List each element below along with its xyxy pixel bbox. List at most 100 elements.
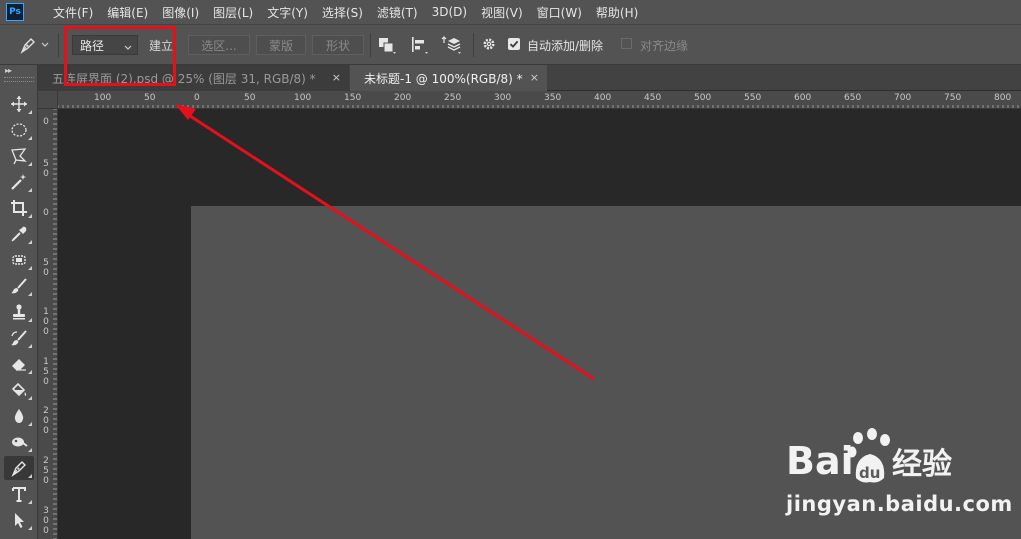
ruler-label: 50	[43, 159, 49, 179]
eraser-tool[interactable]	[4, 352, 34, 376]
ruler-label: 0	[43, 208, 49, 218]
eyedropper-tool[interactable]	[4, 222, 34, 246]
menu-layer[interactable]: 图层(L)	[206, 4, 260, 21]
elliptical-marquee-tool[interactable]	[4, 118, 34, 142]
document-tab[interactable]: 五连屏界面 (2).psd @ 25% (图层 31, RGB/8) * ×	[38, 65, 349, 91]
align-edges-label[interactable]: 对齐边缘	[640, 37, 688, 54]
align-edges-checkbox[interactable]	[621, 38, 632, 49]
divider	[370, 33, 371, 57]
ruler-label: 0	[43, 117, 49, 127]
menu-bar: Ps 文件(F) 编辑(E) 图像(I) 图层(L) 文字(Y) 选择(S) 滤…	[0, 0, 1021, 24]
document-tab-label: 未标题-1 @ 100%(RGB/8) *	[364, 71, 523, 86]
ruler-ticks	[58, 105, 1019, 108]
ruler-label: 250	[43, 456, 49, 486]
move-tool[interactable]	[4, 92, 34, 116]
make-label: 建立:	[149, 39, 178, 53]
photoshop-logo[interactable]: Ps	[6, 3, 24, 21]
dodge-icon	[12, 437, 28, 447]
mode-select-value: 路径	[80, 38, 105, 53]
polygonal-lasso-tool[interactable]	[4, 144, 34, 168]
ruler-label: 350	[544, 93, 562, 103]
blur-tool[interactable]	[4, 404, 34, 428]
path-arrangement-icon[interactable]	[441, 35, 463, 58]
magic-wand-tool[interactable]	[4, 170, 34, 194]
panel-grip[interactable]	[4, 77, 34, 82]
auto-add-delete-checkbox[interactable]	[508, 38, 520, 50]
gear-icon[interactable]	[481, 35, 499, 58]
horizontal-ruler[interactable]: 100 50 0 50 100 150 200 250 300 350 400 …	[58, 91, 1021, 109]
menu-filter[interactable]: 滤镜(T)	[370, 4, 425, 21]
pen-icon	[18, 35, 38, 55]
spot-healing-icon	[12, 255, 26, 265]
ruler-label: 300	[43, 506, 49, 536]
pick-tool-mode-select[interactable]: 路径	[72, 35, 138, 55]
document-tab-active[interactable]: 未标题-1 @ 100%(RGB/8) * ×	[350, 65, 547, 91]
ruler-origin[interactable]	[38, 91, 58, 109]
polygon-lasso-icon	[11, 148, 27, 165]
auto-add-delete-label[interactable]: 自动添加/删除	[527, 37, 603, 54]
tool-preset-picker[interactable]	[18, 25, 49, 65]
eraser-icon	[12, 359, 26, 371]
ruler-label: 750	[944, 93, 962, 103]
dodge-tool[interactable]	[4, 430, 34, 454]
menu-image[interactable]: 图像(I)	[155, 4, 206, 21]
ruler-label: 50	[43, 258, 49, 278]
make-shape-button[interactable]: 形状	[312, 35, 364, 55]
path-selection-tool[interactable]	[4, 508, 34, 532]
ruler-label: 250	[444, 93, 462, 103]
menu-3d[interactable]: 3D(D)	[425, 5, 474, 19]
menu-window[interactable]: 窗口(W)	[530, 4, 589, 21]
ruler-label: 100	[294, 93, 312, 103]
blur-drop-icon	[14, 409, 24, 423]
pen-icon	[11, 461, 26, 477]
document-canvas[interactable]	[191, 206, 1021, 539]
chevron-down-icon	[124, 40, 132, 54]
ruler-label: 0	[194, 93, 200, 103]
ruler-label: 150	[344, 93, 362, 103]
divider	[58, 33, 59, 57]
close-icon[interactable]: ×	[530, 71, 539, 84]
document-tab-label: 五连屏界面 (2).psd @ 25% (图层 31, RGB/8) *	[52, 71, 316, 86]
chevron-down-icon	[41, 42, 49, 48]
history-brush-icon	[11, 330, 27, 346]
options-bar: 路径 建立: 选区... 蒙版 形状 自动添加/删除 对齐边缘	[0, 24, 1021, 65]
menu-select[interactable]: 选择(S)	[315, 4, 370, 21]
collapse-panel-icon[interactable]: ▸▸	[5, 66, 12, 75]
brush-tool[interactable]	[4, 274, 34, 298]
ruler-label: 50	[244, 93, 256, 103]
path-operations-icon[interactable]	[377, 35, 397, 58]
ruler-label: 550	[744, 93, 762, 103]
paint-bucket-icon	[11, 382, 27, 397]
crop-tool[interactable]	[4, 196, 34, 220]
close-icon[interactable]: ×	[332, 71, 341, 84]
pen-tool[interactable]	[4, 456, 34, 480]
ellipse-marquee-icon	[11, 123, 27, 137]
menu-view[interactable]: 视图(V)	[474, 4, 530, 21]
history-brush-tool[interactable]	[4, 326, 34, 350]
path-alignment-icon[interactable]	[410, 35, 430, 58]
divider	[473, 33, 474, 57]
ruler-label: 100	[94, 93, 112, 103]
ruler-label: 500	[694, 93, 712, 103]
ruler-label: 400	[594, 93, 612, 103]
clone-stamp-tool[interactable]	[4, 300, 34, 324]
menu-help[interactable]: 帮助(H)	[589, 4, 645, 21]
checkmark-icon	[509, 40, 519, 48]
ruler-label: 50	[144, 93, 156, 103]
menu-file[interactable]: 文件(F)	[46, 4, 100, 21]
type-icon	[12, 487, 26, 502]
menu-type[interactable]: 文字(Y)	[260, 4, 315, 21]
brush-icon	[11, 278, 27, 294]
spot-healing-tool[interactable]	[4, 248, 34, 272]
crop-icon	[11, 200, 27, 216]
magic-wand-icon	[11, 174, 27, 190]
ruler-label: 200	[43, 406, 49, 436]
make-selection-button[interactable]: 选区...	[188, 35, 250, 55]
make-mask-button[interactable]: 蒙版	[256, 35, 306, 55]
type-tool[interactable]	[4, 482, 34, 506]
ruler-label: 150	[43, 357, 49, 387]
paint-bucket-tool[interactable]	[4, 378, 34, 402]
move-icon	[11, 96, 27, 112]
vertical-ruler[interactable]: 0 50 0 50 100 150 200 250 300	[38, 109, 58, 539]
menu-edit[interactable]: 编辑(E)	[100, 4, 155, 21]
